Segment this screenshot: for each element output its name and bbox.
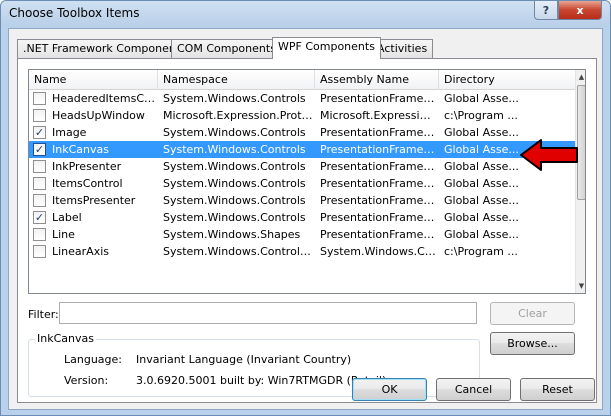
list-item[interactable]: ✓ Label System.Windows.Controls Presentatio… — [29, 209, 575, 226]
scroll-up-arrow-icon[interactable]: ▲ — [576, 70, 585, 84]
cell-directory: c:\Program ... — [444, 245, 518, 258]
column-header-name[interactable]: Name — [29, 70, 158, 90]
column-header-assembly-name[interactable]: Assembly Name — [315, 70, 439, 90]
cell-assembly: PresentationFramewo... — [320, 211, 437, 224]
ok-button[interactable]: OK — [352, 378, 427, 401]
list-item[interactable]: ✓ Image System.Windows.Controls Presentatio… — [29, 124, 575, 141]
help-icon: ? — [542, 3, 550, 17]
column-header-directory[interactable]: Directory — [439, 70, 575, 90]
row-checkbox[interactable] — [33, 228, 46, 241]
cell-directory: Global Asse... — [444, 92, 519, 105]
red-arrow-annotation-icon — [520, 139, 578, 171]
list-item[interactable]: Line System.Windows.Shapes PresentationFra… — [29, 226, 575, 243]
row-checkbox[interactable] — [33, 160, 46, 173]
help-button[interactable]: ? — [534, 1, 558, 20]
cell-assembly: PresentationFramewo... — [320, 92, 437, 105]
row-checkbox[interactable] — [33, 194, 46, 207]
info-group-title: InkCanvas — [35, 332, 96, 345]
filter-input[interactable] — [59, 302, 477, 324]
version-value: 3.0.6920.5001 built by: Win7RTMGDR (Reta… — [136, 374, 387, 387]
cell-namespace: System.Windows.Shapes — [163, 228, 301, 241]
list-item[interactable]: ItemsPresenter System.Windows.Controls Pre… — [29, 192, 575, 209]
language-label: Language: — [64, 353, 122, 366]
cell-directory: Global Asse... — [444, 211, 519, 224]
tab-wpf-components[interactable]: WPF Components — [272, 37, 381, 59]
cell-assembly: PresentationFramewo... — [320, 143, 437, 156]
row-checkbox[interactable] — [33, 92, 46, 105]
row-checkbox[interactable]: ✓ — [33, 143, 46, 156]
row-checkbox[interactable]: ✓ — [33, 126, 46, 139]
browse-button[interactable]: Browse... — [490, 332, 575, 355]
cell-directory: Global Asse... — [444, 228, 519, 241]
list-item[interactable]: HeaderedItemsControl System.Windows.Contr… — [29, 90, 575, 107]
cell-directory: Global Asse... — [444, 194, 519, 207]
row-checkbox[interactable]: ✓ — [33, 211, 46, 224]
cell-name: HeadsUpWindow — [52, 109, 145, 122]
cancel-button[interactable]: Cancel — [436, 378, 511, 401]
cell-assembly: PresentationFramewo... — [320, 194, 437, 207]
cell-assembly: System.Windows.Cont... — [320, 245, 437, 258]
cell-namespace: Microsoft.Expression.Prototy... — [163, 109, 313, 122]
cell-namespace: System.Windows.Controls — [163, 194, 306, 207]
row-checkbox[interactable] — [33, 109, 46, 122]
cell-name: HeaderedItemsControl — [52, 92, 156, 105]
reset-button[interactable]: Reset — [520, 378, 595, 401]
cell-assembly: PresentationFramewo... — [320, 228, 437, 241]
dialog-client-area: .NET Framework Components COM Components… — [8, 28, 603, 410]
row-checkbox[interactable] — [33, 177, 46, 190]
vertical-scrollbar[interactable]: ▲ ▼ — [575, 70, 585, 293]
close-icon: x — [576, 3, 584, 17]
language-value: Invariant Language (Invariant Country) — [136, 353, 352, 366]
list-item[interactable]: InkPresenter System.Windows.Controls Prese… — [29, 158, 575, 175]
filter-label: Filter: — [28, 308, 59, 321]
cell-directory: c:\Program ... — [444, 109, 518, 122]
cell-namespace: System.Windows.Controls — [163, 143, 306, 156]
cell-name: ItemsControl — [52, 177, 123, 190]
list-item[interactable]: LinearAxis System.Windows.Controls.D... Sy… — [29, 243, 575, 260]
cell-namespace: System.Windows.Controls.D... — [163, 245, 313, 258]
components-list: Name Namespace Assembly Name Directory H… — [28, 69, 586, 294]
wpf-components-panel: Name Namespace Assembly Name Directory H… — [17, 58, 597, 403]
cell-name: ItemsPresenter — [52, 194, 136, 207]
cell-assembly: PresentationFramewo... — [320, 126, 437, 139]
title-bar[interactable]: Choose Toolbox Items ? x — [1, 1, 610, 27]
cell-namespace: System.Windows.Controls — [163, 211, 306, 224]
cell-name: Image — [52, 126, 87, 139]
scroll-down-arrow-icon[interactable]: ▼ — [576, 279, 585, 293]
version-label: Version: — [64, 374, 109, 387]
cell-name: LinearAxis — [52, 245, 110, 258]
dialog-window: Choose Toolbox Items ? x .NET Framework … — [0, 0, 611, 416]
cell-directory: Global Asse... — [444, 177, 519, 190]
cell-namespace: System.Windows.Controls — [163, 177, 306, 190]
tab-net-framework-components[interactable]: .NET Framework Components — [17, 39, 192, 58]
cell-assembly: PresentationFramewo... — [320, 160, 437, 173]
cell-namespace: System.Windows.Controls — [163, 160, 306, 173]
column-header-namespace[interactable]: Namespace — [158, 70, 315, 90]
cell-name: Line — [52, 228, 75, 241]
list-header: Name Namespace Assembly Name Directory — [29, 70, 575, 90]
cell-namespace: System.Windows.Controls — [163, 92, 306, 105]
cell-name: InkCanvas — [52, 143, 109, 156]
clear-button[interactable]: Clear — [490, 302, 575, 325]
cell-namespace: System.Windows.Controls — [163, 126, 306, 139]
window-title: Choose Toolbox Items — [9, 6, 140, 20]
cell-name: InkPresenter — [52, 160, 122, 173]
tab-com-components[interactable]: COM Components — [171, 39, 282, 58]
cell-name: Label — [52, 211, 82, 224]
cell-assembly: PresentationFramewo... — [320, 177, 437, 190]
list-item[interactable]: ✓ InkCanvas System.Windows.Controls Present… — [29, 141, 575, 158]
list-item[interactable]: ItemsControl System.Windows.Controls Prese… — [29, 175, 575, 192]
row-checkbox[interactable] — [33, 245, 46, 258]
cell-assembly: Microsoft.Expression.... — [320, 109, 437, 122]
close-button[interactable]: x — [558, 1, 602, 20]
list-item[interactable]: HeadsUpWindow Microsoft.Expression.Protot… — [29, 107, 575, 124]
